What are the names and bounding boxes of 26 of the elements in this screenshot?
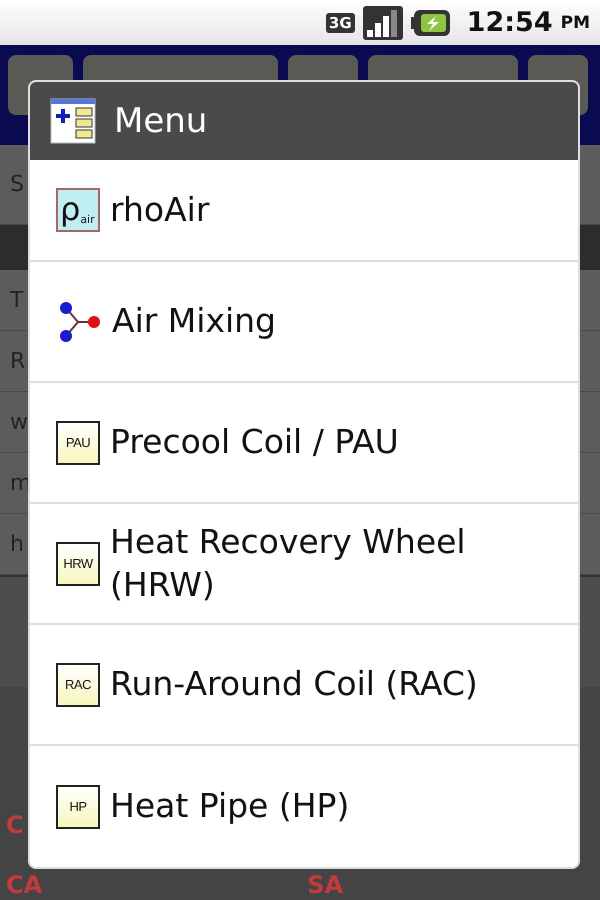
equipment-tag-icon: RAC — [56, 662, 100, 706]
menu-item[interactable]: Air Mixing — [30, 262, 578, 383]
menu-title: Menu — [114, 101, 208, 141]
row-label: h — [10, 532, 24, 556]
rho-air-icon: ρ air — [56, 188, 100, 232]
diagram-label: C — [6, 813, 24, 837]
menu-item[interactable]: HP Heat Pipe (HP) — [30, 746, 578, 867]
row-label: R — [10, 348, 26, 374]
equipment-tag-icon: HRW — [56, 542, 100, 586]
row-label: S — [10, 172, 24, 197]
battery-icon — [410, 8, 451, 38]
signal-icon — [362, 6, 403, 40]
add-list-icon — [50, 98, 96, 144]
diagram-label: CA — [6, 873, 42, 897]
diagram-label: SA — [307, 873, 344, 897]
clock-time: 12:54 — [466, 7, 553, 38]
row-label: T — [10, 288, 24, 312]
menu-item[interactable]: ρ air rhoAir — [30, 160, 578, 262]
menu-item[interactable]: PAU Precool Coil / PAU — [30, 383, 578, 504]
equipment-tag-icon: PAU — [56, 420, 100, 464]
row-label: w — [10, 410, 28, 434]
menu-item[interactable]: RAC Run-Around Coil (RAC) — [30, 625, 578, 746]
menu-item[interactable]: HRW Heat Recovery Wheel (HRW) — [30, 504, 578, 625]
network-icon: 3G — [326, 12, 355, 32]
equipment-tag-icon: HP — [56, 784, 100, 828]
clock-period: PM — [560, 12, 590, 32]
